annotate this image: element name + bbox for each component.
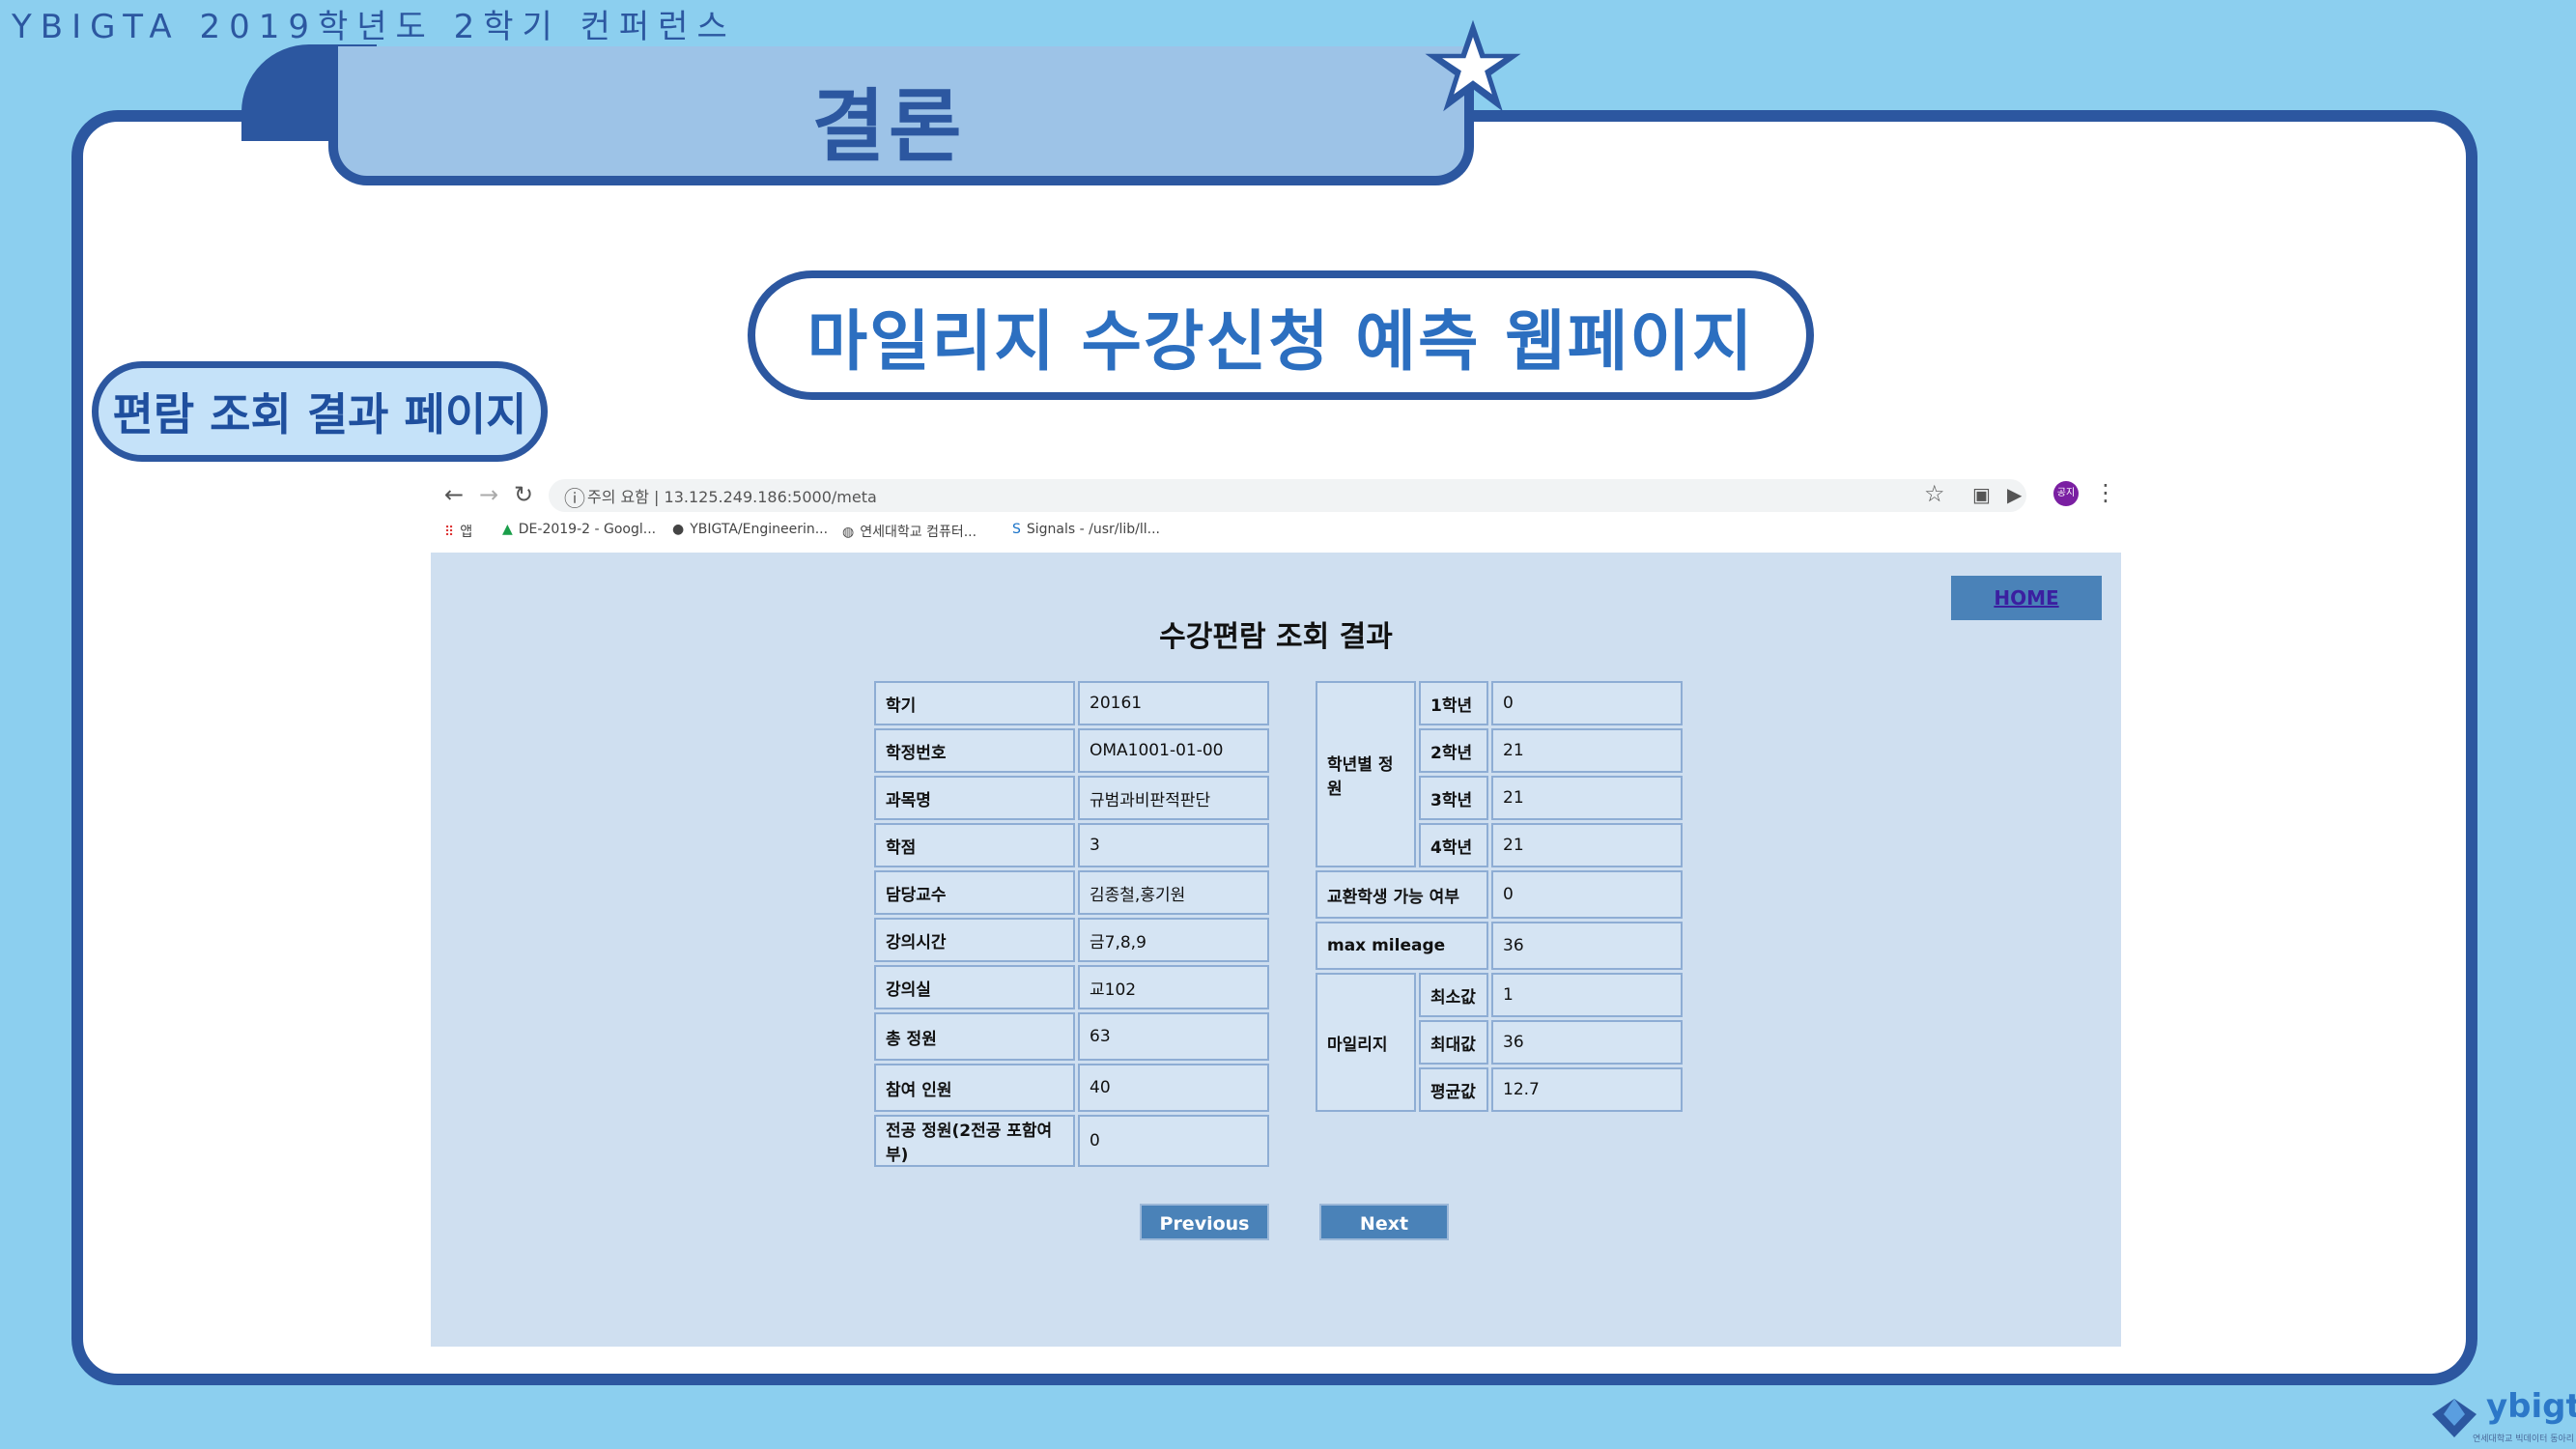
value-major-capacity: 0 — [1078, 1115, 1269, 1167]
signals-icon: S — [1012, 522, 1021, 537]
section-title: 결론 — [811, 81, 966, 173]
github-icon: ● — [672, 522, 685, 537]
url-text[interactable]: 주의 요함 | 13.125.249.186:5000/meta — [587, 484, 877, 507]
bookmark-apps[interactable]: ⠿ 앱 — [444, 522, 472, 541]
send-icon[interactable]: ▶ — [2007, 483, 2022, 506]
star-icon — [1425, 19, 1521, 112]
avatar[interactable]: 공지 — [2053, 481, 2079, 506]
conference-header: YBIGTA 2019학년도 2학기 컨퍼런스 — [12, 8, 736, 46]
browser-toolbar: ← → ↻ ⓘ 주의 요함 | 13.125.249.186:5000/meta… — [431, 473, 2121, 518]
value-participants: 40 — [1078, 1064, 1269, 1112]
capacity-mileage-table: 학년별 정원 1학년 0 2학년 21 3학년 21 4학년 21 교환학생 가… — [1313, 678, 1685, 1115]
value-credits: 3 — [1078, 823, 1269, 867]
menu-dots-icon[interactable]: ⋮ — [2094, 479, 2117, 506]
label-grade-capacity: 학년별 정원 — [1316, 681, 1416, 867]
label-credits: 학점 — [874, 823, 1075, 867]
label-classroom: 강의실 — [874, 965, 1075, 1009]
url-value: 13.125.249.186:5000/meta — [664, 488, 877, 506]
label-mileage-avg: 평균값 — [1419, 1067, 1488, 1112]
value-professor: 김종철,홍기원 — [1078, 870, 1269, 915]
value-semester: 20161 — [1078, 681, 1269, 725]
label-class-time: 강의시간 — [874, 918, 1075, 962]
label-grade-3: 3학년 — [1419, 776, 1488, 820]
label-course-code: 학정번호 — [874, 728, 1075, 773]
previous-button[interactable]: Previous — [1140, 1204, 1269, 1240]
ybigta-logo-icon — [2432, 1399, 2477, 1437]
back-arrow-icon[interactable]: ← — [444, 481, 464, 508]
label-total-capacity: 총 정원 — [874, 1012, 1075, 1061]
extension-icon[interactable]: ▣ — [1972, 483, 1991, 506]
label-grade-2: 2학년 — [1419, 728, 1488, 773]
label-mileage-min: 최소값 — [1419, 973, 1488, 1017]
value-total-capacity: 63 — [1078, 1012, 1269, 1061]
value-course-name: 규범과비판적판단 — [1078, 776, 1269, 820]
info-icon[interactable]: ⓘ — [564, 482, 585, 513]
label-grade-4: 4학년 — [1419, 823, 1488, 867]
value-classroom: 교102 — [1078, 965, 1269, 1009]
ybigta-logo-text: ybigta — [2486, 1387, 2576, 1426]
course-info-table: 학기 20161 학정번호 OMA1001-01-00 과목명 규범과비판적판단 학점… — [871, 678, 1272, 1170]
next-button[interactable]: Next — [1319, 1204, 1449, 1240]
label-exchange: 교환학생 가능 여부 — [1316, 870, 1488, 919]
page-title: 수강편람 조회 결과 — [1159, 620, 1393, 654]
browser-screenshot: ← → ↻ ⓘ 주의 요함 | 13.125.249.186:5000/meta… — [431, 473, 2121, 1347]
value-grade-3: 21 — [1491, 776, 1683, 820]
label-max-mileage: max mileage — [1316, 922, 1488, 970]
reload-icon[interactable]: ↻ — [514, 481, 533, 508]
value-mileage-max: 36 — [1491, 1020, 1683, 1065]
apps-grid-icon: ⠿ — [444, 525, 455, 540]
value-mileage-avg: 12.7 — [1491, 1067, 1683, 1112]
ybigta-logo-subtitle: 연세대학교 빅데이터 동아리 — [2473, 1435, 2575, 1444]
label-major-capacity: 전공 정원(2전공 포함여부) — [874, 1115, 1075, 1167]
label-professor: 담당교수 — [874, 870, 1075, 915]
security-label: 주의 요함 — [587, 488, 649, 506]
bookmarks-bar: ⠿ 앱 ▲ DE-2019-2 - Googl... ● YBIGTA/Enginee… — [431, 518, 2121, 543]
globe-icon: ◍ — [842, 525, 855, 540]
value-grade-4: 21 — [1491, 823, 1683, 867]
drive-icon: ▲ — [502, 522, 513, 537]
label-grade-1: 1학년 — [1419, 681, 1488, 725]
value-exchange: 0 — [1491, 870, 1683, 919]
main-title-pill: 마일리지 수강신청 예측 웹페이지 — [748, 270, 1814, 400]
value-max-mileage: 36 — [1491, 922, 1683, 970]
label-participants: 참여 인원 — [874, 1064, 1075, 1112]
meta-page: HOME 수강편람 조회 결과 학기 20161 학정번호 OMA1001-01-0… — [431, 553, 2121, 1347]
bookmark-drive[interactable]: ▲ DE-2019-2 - Googl... — [502, 522, 656, 537]
bookmark-yonsei[interactable]: ◍ 연세대학교 컴퓨터... — [842, 522, 977, 541]
value-mileage-min: 1 — [1491, 973, 1683, 1017]
label-semester: 학기 — [874, 681, 1075, 725]
label-course-name: 과목명 — [874, 776, 1075, 820]
value-class-time: 금7,8,9 — [1078, 918, 1269, 962]
label-mileage: 마일리지 — [1316, 973, 1416, 1112]
value-course-code: OMA1001-01-00 — [1078, 728, 1269, 773]
value-grade-2: 21 — [1491, 728, 1683, 773]
side-label-pill: 편람 조회 결과 페이지 — [92, 361, 548, 462]
bookmark-signals[interactable]: S Signals - /usr/lib/ll... — [1012, 522, 1160, 537]
label-mileage-max: 최대값 — [1419, 1020, 1488, 1065]
forward-arrow-icon[interactable]: → — [479, 481, 498, 508]
value-grade-1: 0 — [1491, 681, 1683, 725]
bookmark-github[interactable]: ● YBIGTA/Engineerin... — [672, 522, 828, 537]
bookmark-star-icon[interactable]: ☆ — [1924, 480, 1945, 507]
